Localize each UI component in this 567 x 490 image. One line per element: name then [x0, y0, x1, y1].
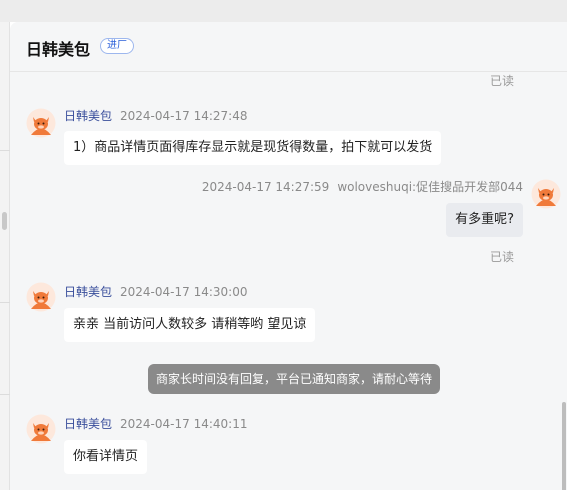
message-list[interactable]: 已读 日韩美包 2024-04-17 14:27:48 1）商品详情页面得库存显示… [10, 72, 567, 490]
divider [0, 302, 10, 303]
left-list-strip [0, 22, 10, 490]
message-time: 2024-04-17 14:40:11 [120, 417, 248, 431]
message-meta: 日韩美包 2024-04-17 14:30:00 [64, 283, 247, 300]
resize-handle[interactable] [2, 212, 7, 230]
system-notice: 商家长时间没有回复，平台已通知商家，请耐心等待 [148, 364, 441, 394]
shop-badge: 进厂 [100, 38, 134, 54]
message-meta: 日韩美包 2024-04-17 14:40:11 [64, 415, 247, 432]
shop-name: 日韩美包 [26, 40, 91, 59]
chat-header: 日韩美包 进厂 [10, 22, 567, 72]
message-bubble: 亲亲 当前访问人数较多 请稍等哟 望见谅 [64, 308, 316, 342]
top-background [0, 0, 567, 22]
read-receipt: 已读 [490, 74, 515, 88]
message-time: 2024-04-17 14:30:00 [120, 285, 248, 299]
sender-name: 日韩美包 [64, 417, 113, 431]
shop-avatar-icon[interactable] [26, 108, 56, 138]
message-bubble: 1）商品详情页面得库存显示就是现货得数量，拍下就可以发货 [64, 131, 442, 165]
sender-name: 日韩美包 [64, 109, 113, 123]
message-meta: 2024-04-17 14:27:59 wolovesh​uqi:促佳搜品开发部0… [202, 178, 523, 195]
shop-avatar-icon[interactable] [26, 282, 56, 312]
sender-name: 日韩美包 [64, 285, 113, 299]
sender-name: wolovesh​uqi:促佳搜品开发部044 [337, 180, 523, 194]
message-bubble: 有多重呢? [446, 203, 523, 237]
divider [0, 394, 10, 395]
divider [0, 150, 10, 151]
read-receipt: 已读 [490, 250, 515, 264]
chat-panel: 日韩美包 进厂 已读 日韩美包 2024-04-17 14:27:48 1）商品详… [10, 22, 567, 490]
message-meta: 日韩美包 2024-04-17 14:27:48 [64, 107, 247, 124]
scrollbar[interactable] [562, 402, 566, 490]
message-bubble: 你看详情页 [64, 440, 148, 474]
message-time: 2024-04-17 14:27:59 [201, 180, 330, 194]
user-avatar-icon[interactable] [531, 179, 561, 209]
message-time: 2024-04-17 14:27:48 [120, 109, 248, 123]
shop-avatar-icon[interactable] [26, 414, 56, 444]
